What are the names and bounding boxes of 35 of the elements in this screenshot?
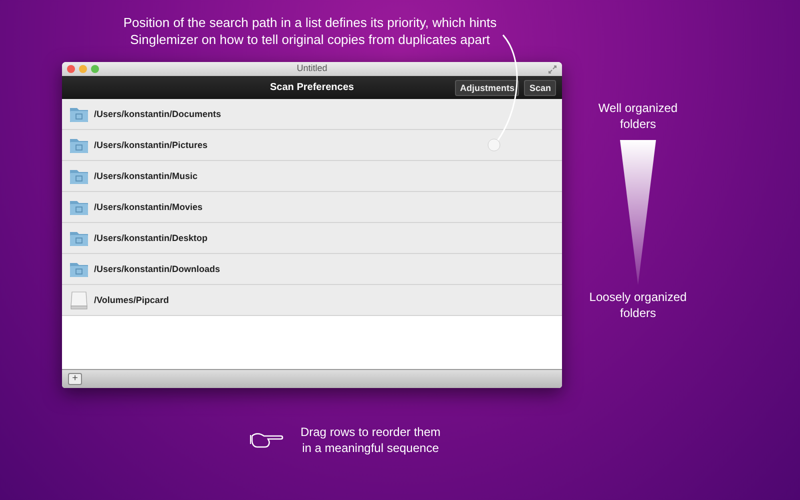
minimize-button[interactable]	[79, 65, 87, 73]
folder-icon	[69, 106, 89, 122]
pointing-hand-icon	[250, 431, 284, 449]
window-title: Untitled	[296, 63, 328, 73]
add-button[interactable]: +	[68, 373, 82, 385]
drive-icon	[69, 290, 89, 310]
folder-icon	[69, 198, 89, 216]
path-text: /Users/konstantin/Movies	[94, 202, 203, 212]
close-button[interactable]	[67, 65, 75, 73]
zoom-button[interactable]	[91, 65, 99, 73]
legend-text: Well organized folders	[597, 100, 679, 132]
path-text: /Users/konstantin/Pictures	[94, 140, 208, 150]
folder-icon	[69, 260, 89, 278]
path-row[interactable]: /Users/konstantin/Desktop	[62, 223, 562, 254]
path-text: /Users/konstantin/Music	[94, 171, 198, 181]
path-row[interactable]: /Users/konstantin/Music	[62, 161, 562, 192]
fullscreen-icon[interactable]	[548, 64, 557, 74]
toolbar-button[interactable]: Adjustments	[454, 80, 520, 96]
path-row[interactable]: /Users/konstantin/Documents	[62, 99, 562, 130]
path-text: /Users/konstantin/Desktop	[94, 233, 208, 243]
path-row[interactable]: /Users/konstantin/Pictures	[62, 130, 562, 161]
caption-text: Drag rows to reorder them in a meaningful sequence	[299, 424, 442, 456]
folder-icon	[69, 230, 89, 246]
path-row[interactable]: /Users/konstantin/Downloads	[62, 254, 562, 285]
path-text: /Users/konstantin/Documents	[94, 109, 222, 119]
legend-text: Loosely organized folders	[588, 289, 688, 321]
folder-icon	[69, 136, 89, 154]
caption-text: Position of the search path in a list defines its priority, which hints Singlemizer on how to tell original copies from duplicates apart	[122, 14, 498, 49]
toolbar-title: Scan Preferences	[270, 82, 354, 93]
folder-icon	[69, 168, 89, 184]
path-text: /Volumes/Pipcard	[94, 295, 169, 305]
toolbar-button[interactable]: Scan	[524, 80, 556, 96]
path-row[interactable]: /Users/konstantin/Movies	[62, 192, 562, 223]
path-row[interactable]: /Volumes/Pipcard	[62, 285, 562, 316]
path-text: /Users/konstantin/Downloads	[94, 264, 220, 274]
